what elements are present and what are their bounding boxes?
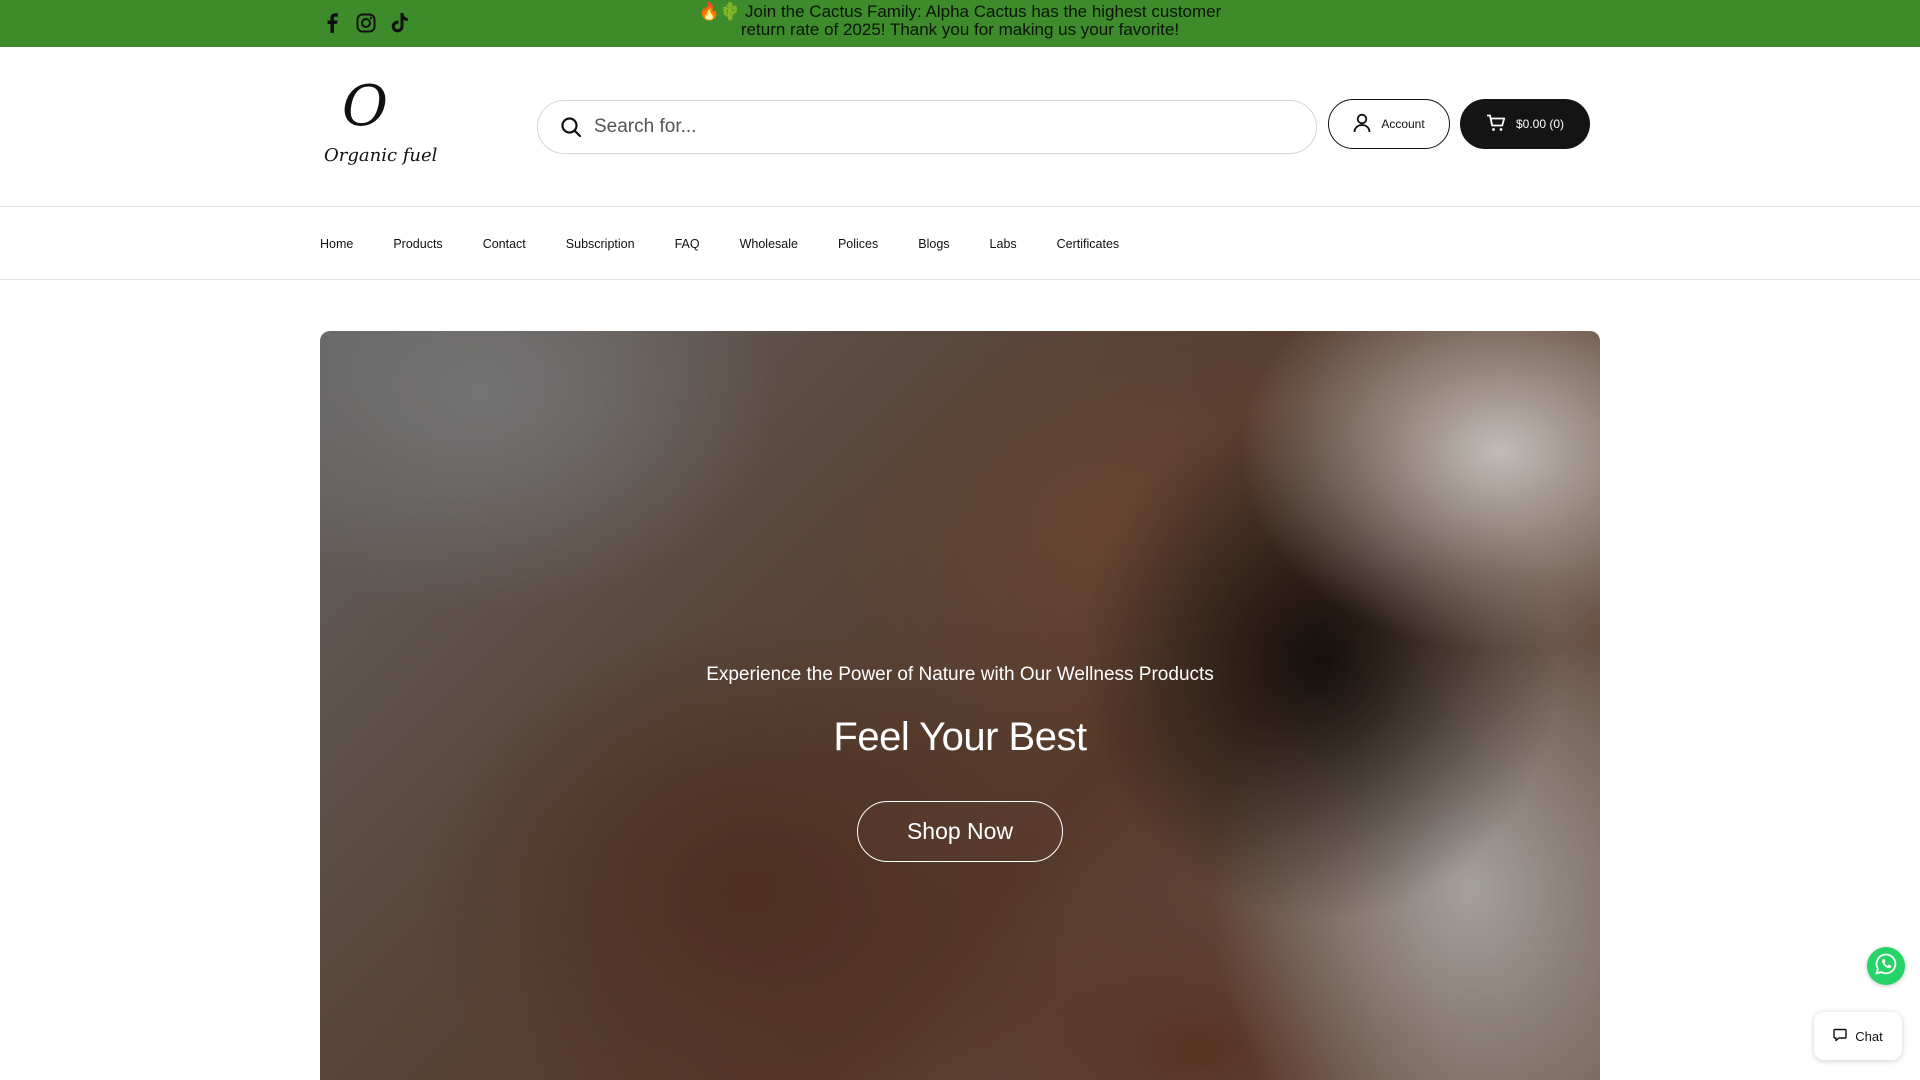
logo-mark: O [342,74,388,139]
account-label: Account [1381,117,1425,131]
search-input[interactable] [594,116,1274,138]
logo-wordmark: Organic fuel [324,145,438,166]
nav-item-faq[interactable]: FAQ [675,237,700,251]
nav-item-products[interactable]: Products [393,237,442,251]
nav-item-polices[interactable]: Polices [838,237,878,251]
search-bar[interactable] [537,100,1317,154]
hero-banner: Experience the Power of Nature with Our … [320,331,1600,1080]
nav-item-wholesale[interactable]: Wholesale [740,237,798,251]
search-icon[interactable] [560,116,582,138]
shop-now-button[interactable]: Shop Now [857,801,1063,862]
logo[interactable]: O Organic fuel [320,74,437,179]
account-button[interactable]: Account [1328,99,1450,149]
nav-item-contact[interactable]: Contact [483,237,526,251]
cart-button[interactable]: $0.00 (0) [1460,99,1590,149]
chat-icon [1833,1028,1847,1045]
hero-subtitle: Experience the Power of Nature with Our … [706,664,1214,685]
announcement-bar: 🔥🌵 Join the Cactus Family: Alpha Cactus h… [0,0,1920,47]
hero-title: Feel Your Best [833,715,1087,759]
user-icon [1353,113,1371,136]
nav-item-labs[interactable]: Labs [990,237,1017,251]
announcement-text: 🔥🌵 Join the Cactus Family: Alpha Cactus h… [680,3,1240,39]
chat-label: Chat [1855,1028,1883,1044]
nav-item-blogs[interactable]: Blogs [918,237,949,251]
nav-item-certificates[interactable]: Certificates [1057,237,1120,251]
nav-item-subscription[interactable]: Subscription [566,237,635,251]
chat-button[interactable]: Chat [1814,1012,1902,1060]
whatsapp-icon [1874,952,1898,981]
hero-image [320,331,1600,1080]
facebook-icon[interactable] [320,11,344,35]
whatsapp-button[interactable] [1867,947,1905,985]
cart-icon [1486,114,1506,135]
social-links [320,11,412,35]
announcement-message: Join the Cactus Family: Alpha Cactus has… [740,2,1222,39]
instagram-icon[interactable] [354,11,378,35]
tiktok-icon[interactable] [388,11,412,35]
main-nav: Home Products Contact Subscription FAQ W… [0,208,1920,280]
announcement-emoji: 🔥🌵 [698,2,742,21]
nav-item-home[interactable]: Home [320,237,353,251]
cart-total: $0.00 (0) [1515,117,1565,131]
site-header: O Organic fuel Account $0.00 (0) [0,47,1920,207]
